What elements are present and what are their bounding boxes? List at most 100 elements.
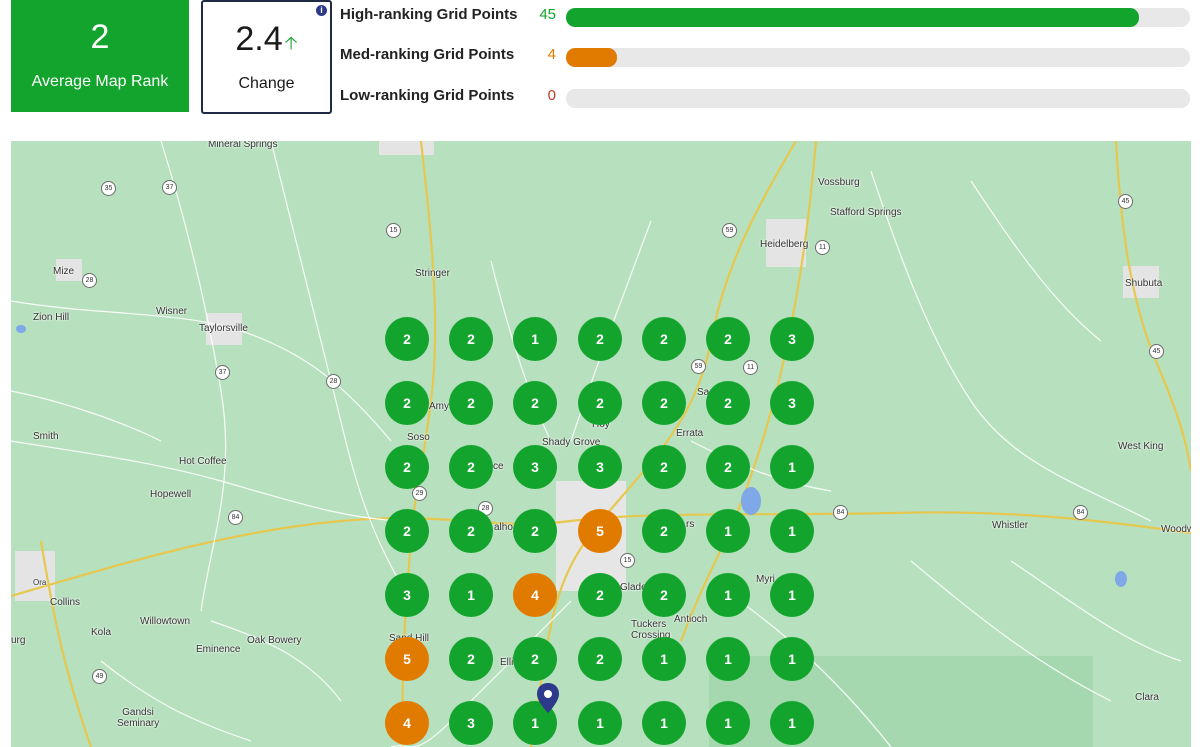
grid-point-r2-c5[interactable]: 2 xyxy=(642,381,686,425)
map-label-stringer: Stringer xyxy=(415,268,451,279)
map-label-collins: Collins xyxy=(50,597,81,608)
grid-point-r2-c3[interactable]: 2 xyxy=(513,381,557,425)
change-value: 2.4 xyxy=(235,20,283,58)
map-label-woodw: Woodw xyxy=(1161,524,1191,535)
high-ranking-count: 45 xyxy=(539,6,556,23)
grid-point-r6-c6[interactable]: 1 xyxy=(706,637,750,681)
grid-point-r4-c2[interactable]: 2 xyxy=(449,509,493,553)
map-view[interactable]: Mineral Springs Vossburg Stafford Spring… xyxy=(11,141,1191,747)
med-ranking-count: 4 xyxy=(547,46,556,63)
grid-point-r5-c1[interactable]: 3 xyxy=(385,573,429,617)
high-ranking-label: High-ranking Grid Points xyxy=(340,6,518,23)
highway-shield-84c: 84 xyxy=(1073,505,1088,520)
grid-point-r1-c6[interactable]: 2 xyxy=(706,317,750,361)
change-label: Change xyxy=(238,75,295,92)
map-label-soso: Soso xyxy=(407,432,430,443)
grid-point-r7-c4[interactable]: 1 xyxy=(578,701,622,745)
grid-point-r2-c6[interactable]: 2 xyxy=(706,381,750,425)
grid-point-r3-c5[interactable]: 2 xyxy=(642,445,686,489)
grid-point-r7-c6[interactable]: 1 xyxy=(706,701,750,745)
grid-point-r2-c4[interactable]: 2 xyxy=(578,381,622,425)
highway-shield-28b: 28 xyxy=(326,374,341,389)
grid-point-r6-c7[interactable]: 1 xyxy=(770,637,814,681)
grid-point-r7-c2[interactable]: 3 xyxy=(449,701,493,745)
highway-shield-84b: 84 xyxy=(833,505,848,520)
map-label-taylorsville: Taylorsville xyxy=(199,323,248,334)
grid-point-r2-c7[interactable]: 3 xyxy=(770,381,814,425)
grid-point-r3-c7[interactable]: 1 xyxy=(770,445,814,489)
highway-shield-29: 29 xyxy=(412,486,427,501)
grid-point-r3-c2[interactable]: 2 xyxy=(449,445,493,489)
map-label-alho: alho xyxy=(494,522,513,533)
highway-shield-28: 28 xyxy=(82,273,97,288)
grid-point-r6-c3[interactable]: 2 xyxy=(513,637,557,681)
grid-point-r7-c7[interactable]: 1 xyxy=(770,701,814,745)
map-label-gandsi-seminary: Gandsi Seminary xyxy=(117,707,160,729)
grid-point-r1-c1[interactable]: 2 xyxy=(385,317,429,361)
grid-point-r5-c4[interactable]: 2 xyxy=(578,573,622,617)
high-ranking-fill xyxy=(566,8,1139,27)
map-label-smith: Smith xyxy=(33,431,59,442)
grid-point-r1-c4[interactable]: 2 xyxy=(578,317,622,361)
average-map-rank-label: Average Map Rank xyxy=(31,73,169,90)
grid-point-r6-c4[interactable]: 2 xyxy=(578,637,622,681)
grid-point-r5-c2[interactable]: 1 xyxy=(449,573,493,617)
map-label-stafford-springs: Stafford Springs xyxy=(830,207,902,218)
grid-point-r4-c5[interactable]: 2 xyxy=(642,509,686,553)
grid-point-r1-c2[interactable]: 2 xyxy=(449,317,493,361)
grid-point-r7-c5[interactable]: 1 xyxy=(642,701,686,745)
grid-point-r4-c3[interactable]: 2 xyxy=(513,509,557,553)
grid-point-r5-c5[interactable]: 2 xyxy=(642,573,686,617)
grid-point-r5-c7[interactable]: 1 xyxy=(770,573,814,617)
average-map-rank-card: 2 Average Map Rank xyxy=(11,0,189,112)
grid-point-r7-c1[interactable]: 4 xyxy=(385,701,429,745)
highway-shield-59b: 59 xyxy=(691,359,706,374)
grid-point-r4-c6[interactable]: 1 xyxy=(706,509,750,553)
map-label-wisner: Wisner xyxy=(156,306,188,317)
med-ranking-row: Med-ranking Grid Points 4 xyxy=(340,44,1192,67)
highway-shield-15b: 15 xyxy=(620,553,635,568)
grid-point-r3-c4[interactable]: 3 xyxy=(578,445,622,489)
low-ranking-track xyxy=(566,89,1190,108)
grid-point-r6-c2[interactable]: 2 xyxy=(449,637,493,681)
highway-shield-49: 49 xyxy=(92,669,107,684)
med-ranking-fill xyxy=(566,48,618,67)
high-ranking-track xyxy=(566,8,1190,27)
grid-point-r4-c1[interactable]: 2 xyxy=(385,509,429,553)
info-icon[interactable]: i xyxy=(316,5,327,16)
map-label-shubuta: Shubuta xyxy=(1125,278,1163,289)
map-label-whistler: Whistler xyxy=(992,520,1029,531)
highway-shield-45b: 45 xyxy=(1149,344,1164,359)
map-label-zion-hill: Zion Hill xyxy=(33,312,70,323)
low-ranking-count: 0 xyxy=(547,87,556,104)
change-card: i 2.4 🡡 Change xyxy=(201,0,332,114)
map-label-willowtown: Willowtown xyxy=(140,616,191,627)
map-label-mineral-springs: Mineral Springs xyxy=(208,141,278,150)
grid-point-r5-c3[interactable]: 4 xyxy=(513,573,557,617)
grid-point-r1-c5[interactable]: 2 xyxy=(642,317,686,361)
grid-point-r2-c2[interactable]: 2 xyxy=(449,381,493,425)
map-label-clara: Clara xyxy=(1135,692,1159,703)
map-label-oak-bowery: Oak Bowery xyxy=(247,635,302,646)
map-label-errata: Errata xyxy=(676,428,704,439)
grid-point-r1-c3[interactable]: 1 xyxy=(513,317,557,361)
grid-point-r1-c7[interactable]: 3 xyxy=(770,317,814,361)
grid-point-r4-c4[interactable]: 5 xyxy=(578,509,622,553)
location-pin-icon[interactable] xyxy=(536,682,560,714)
grid-point-r4-c7[interactable]: 1 xyxy=(770,509,814,553)
highway-shield-45: 45 xyxy=(1118,194,1133,209)
grid-point-r6-c5[interactable]: 1 xyxy=(642,637,686,681)
grid-point-r3-c1[interactable]: 2 xyxy=(385,445,429,489)
map-label-vossburg: Vossburg xyxy=(818,177,860,188)
grid-point-r6-c1[interactable]: 5 xyxy=(385,637,429,681)
map-label-hot-coffee: Hot Coffee xyxy=(179,456,227,467)
grid-point-r2-c1[interactable]: 2 xyxy=(385,381,429,425)
map-label-ora: Ora xyxy=(33,578,47,587)
grid-point-r3-c3[interactable]: 3 xyxy=(513,445,557,489)
low-ranking-row: Low-ranking Grid Points 0 xyxy=(340,85,1192,108)
grid-point-r5-c6[interactable]: 1 xyxy=(706,573,750,617)
highway-shield-59: 59 xyxy=(722,223,737,238)
grid-point-r3-c6[interactable]: 2 xyxy=(706,445,750,489)
map-label-rs: rs xyxy=(686,519,695,530)
average-map-rank-value: 2 xyxy=(90,18,110,56)
